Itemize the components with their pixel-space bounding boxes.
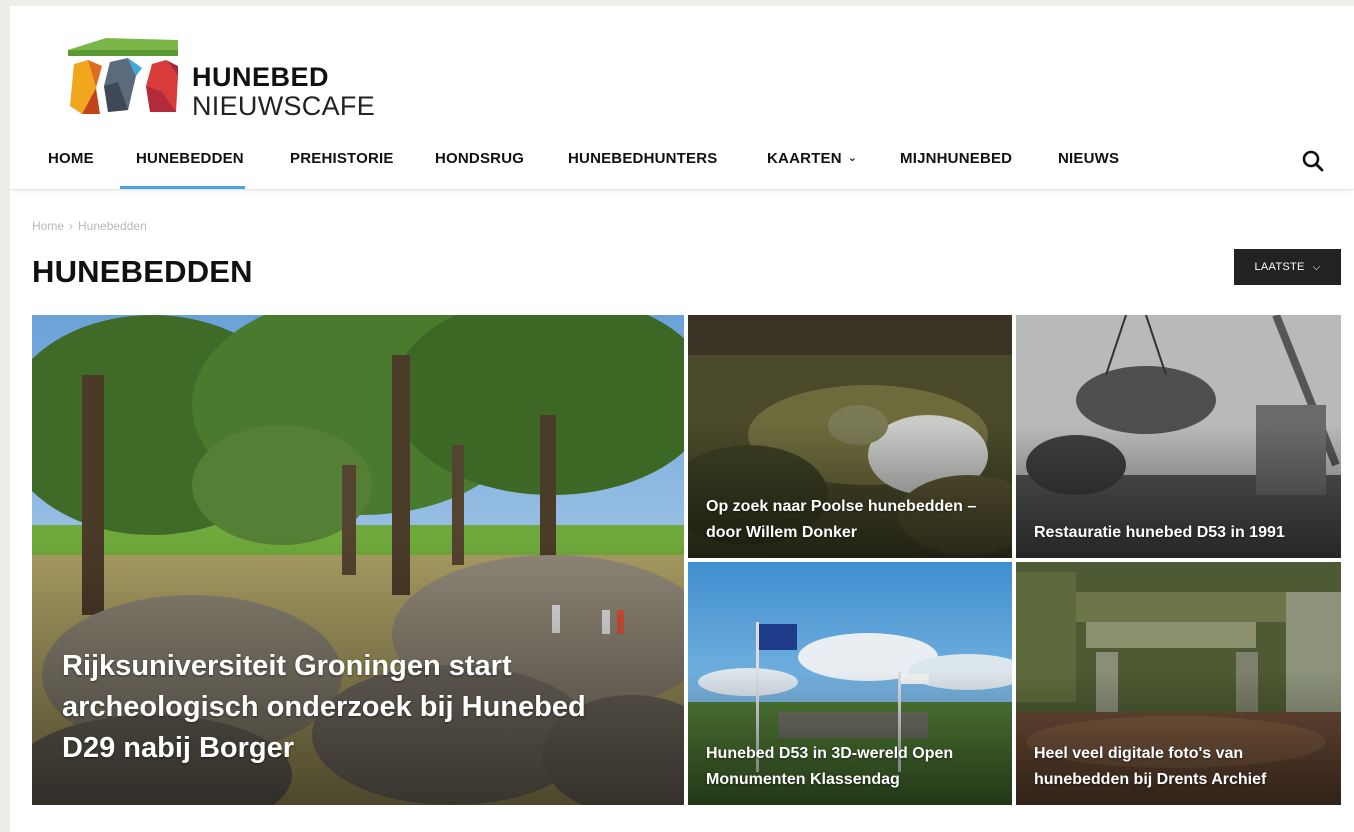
nav-item-nieuws[interactable]: NIEUWS bbox=[1058, 150, 1119, 167]
article-tile[interactable]: Op zoek naar Poolse hunebedden – door Wi… bbox=[688, 315, 1012, 558]
page-title: HUNEBEDDEN bbox=[32, 254, 253, 289]
nav-item-hunebedden[interactable]: HUNEBEDDEN bbox=[136, 150, 244, 167]
featured-article[interactable]: Rijksuniversiteit Groningen start archeo… bbox=[32, 315, 684, 805]
logo-subtitle: NIEUWSCAFE bbox=[192, 91, 376, 121]
logo-icon bbox=[68, 38, 178, 114]
logo-title: HUNEBED bbox=[192, 62, 330, 92]
main-nav: HOME HUNEBEDDEN PREHISTORIE HONDSRUG HUN… bbox=[10, 136, 1354, 190]
article-title[interactable]: Hunebed D53 in 3D-wereld Open Monumenten… bbox=[706, 741, 998, 793]
nav-item-mijnhunebed[interactable]: MIJNHUNEBED bbox=[900, 150, 1012, 167]
nav-item-home[interactable]: HOME bbox=[48, 150, 94, 167]
nav-item-kaarten-label: KAARTEN bbox=[767, 150, 842, 167]
article-tile[interactable]: Hunebed D53 in 3D-wereld Open Monumenten… bbox=[688, 562, 1012, 805]
nav-item-hondsrug[interactable]: HONDSRUG bbox=[435, 150, 524, 167]
article-title[interactable]: Rijksuniversiteit Groningen start archeo… bbox=[62, 646, 594, 769]
article-title[interactable]: Restauratie hunebed D53 in 1991 bbox=[1034, 520, 1327, 546]
nav-item-hunebedhunters[interactable]: HUNEBEDHUNTERS bbox=[568, 150, 717, 167]
page: HUNEBED NIEUWSCAFE HOME HUNEBEDDEN PREHI… bbox=[10, 6, 1354, 832]
article-title[interactable]: Op zoek naar Poolse hunebedden – door Wi… bbox=[706, 494, 998, 546]
sort-dropdown[interactable]: LAATSTE ⌵ bbox=[1234, 249, 1341, 285]
nav-item-kaarten[interactable]: KAARTEN ⌄ bbox=[767, 150, 857, 167]
breadcrumb: Home › Hunebedden bbox=[32, 219, 147, 233]
chevron-down-icon: ⌄ bbox=[847, 152, 858, 164]
chevron-down-icon: ⌵ bbox=[1312, 261, 1321, 273]
breadcrumb-separator-icon: › bbox=[69, 219, 74, 233]
nav-active-indicator bbox=[120, 186, 245, 189]
site-logo[interactable]: HUNEBED NIEUWSCAFE bbox=[66, 36, 396, 126]
article-title[interactable]: Heel veel digitale foto's van hunebedden… bbox=[1034, 741, 1327, 793]
sort-label: LAATSTE bbox=[1254, 261, 1305, 273]
breadcrumb-home[interactable]: Home bbox=[32, 219, 64, 233]
nav-item-prehistorie[interactable]: PREHISTORIE bbox=[290, 150, 394, 167]
search-button[interactable] bbox=[1300, 148, 1326, 174]
search-icon bbox=[1302, 150, 1324, 172]
breadcrumb-current[interactable]: Hunebedden bbox=[78, 219, 147, 233]
article-tile[interactable]: Restauratie hunebed D53 in 1991 bbox=[1016, 315, 1341, 558]
article-tile[interactable]: Heel veel digitale foto's van hunebedden… bbox=[1016, 562, 1341, 805]
